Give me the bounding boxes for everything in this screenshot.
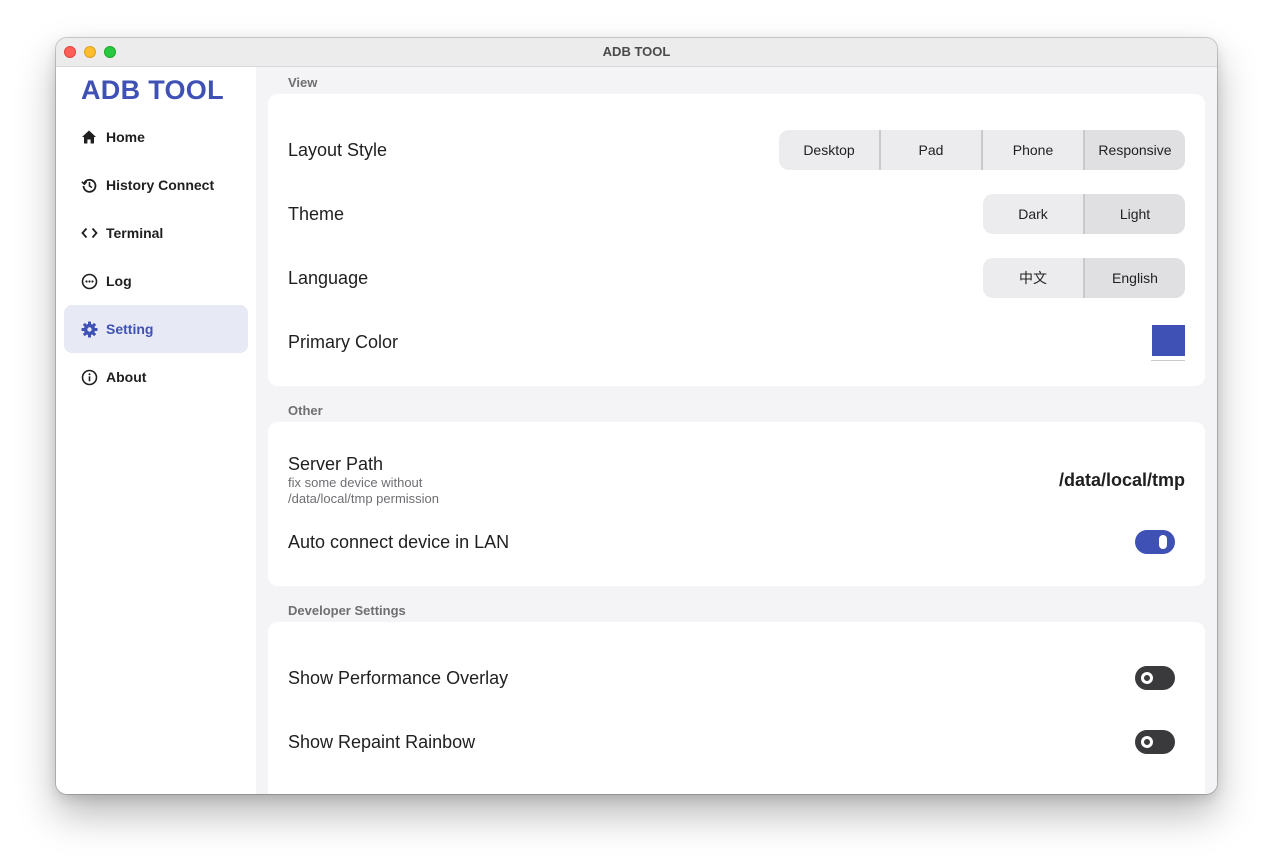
theme-option-light[interactable]: Light xyxy=(1083,194,1185,234)
code-icon xyxy=(80,224,98,242)
sidebar-item-log[interactable]: Log xyxy=(64,257,248,305)
layout-style-row: Layout Style Desktop Pad Phone Responsiv… xyxy=(288,130,1185,170)
sidebar-item-label: About xyxy=(106,369,147,385)
sidebar-item-label: Terminal xyxy=(106,225,164,241)
repaint-rainbow-row: Show Repaint Rainbow xyxy=(288,722,1185,762)
theme-label: Theme xyxy=(288,203,345,224)
performance-overlay-label: Show Performance Overlay xyxy=(288,667,509,688)
developer-settings-card: Show Performance Overlay Show Repaint Ra… xyxy=(268,622,1205,794)
sidebar-item-history-connect[interactable]: History Connect xyxy=(64,161,248,209)
sidebar-item-label: Home xyxy=(106,129,145,145)
close-window-button[interactable] xyxy=(64,46,76,58)
sidebar-item-label: History Connect xyxy=(106,177,215,193)
primary-color-label: Primary Color xyxy=(288,331,399,352)
log-icon xyxy=(80,272,98,290)
zoom-window-button[interactable] xyxy=(104,46,116,58)
home-icon xyxy=(80,128,98,146)
sidebar-item-about[interactable]: About xyxy=(64,353,248,401)
sidebar-item-setting[interactable]: Setting xyxy=(64,305,248,353)
primary-color-swatch xyxy=(1151,324,1185,356)
app-brand: ADB TOOL xyxy=(81,75,224,105)
sidebar-item-label: Log xyxy=(106,273,132,289)
performance-overlay-row: Show Performance Overlay xyxy=(288,658,1185,698)
primary-color-picker[interactable] xyxy=(1151,323,1185,361)
auto-connect-toggle[interactable] xyxy=(1135,530,1175,554)
auto-connect-row: Auto connect device in LAN xyxy=(288,522,1185,562)
language-row: Language 中文 English xyxy=(288,258,1185,298)
sidebar-item-home[interactable]: Home xyxy=(64,113,248,161)
section-title-developer: Developer Settings xyxy=(288,603,406,618)
section-title-view: View xyxy=(288,75,318,90)
layout-option-phone[interactable]: Phone xyxy=(981,130,1083,170)
server-path-hint-line2: /data/local/tmp permission xyxy=(288,490,440,506)
section-title-other: Other xyxy=(288,403,323,418)
layout-option-pad[interactable]: Pad xyxy=(879,130,981,170)
server-path-hint-line1: fix some device without xyxy=(288,474,423,490)
toggle-thumb xyxy=(1141,672,1153,684)
server-path-label: Server Path xyxy=(288,453,384,474)
primary-color-row: Primary Color xyxy=(288,322,1185,362)
theme-option-dark[interactable]: Dark xyxy=(983,194,1083,234)
gear-icon xyxy=(80,320,98,338)
sidebar: ADB TOOL Home History Connect Terminal L… xyxy=(56,67,256,794)
toggle-thumb xyxy=(1159,535,1167,549)
layout-option-responsive[interactable]: Responsive xyxy=(1083,130,1185,170)
view-settings-card: Layout Style Desktop Pad Phone Responsiv… xyxy=(268,94,1205,386)
layout-style-label: Layout Style xyxy=(288,139,388,160)
language-option-chinese[interactable]: 中文 xyxy=(983,258,1083,298)
language-label: Language xyxy=(288,267,369,288)
app-window: ADB TOOL ADB TOOL Home History Connect T… xyxy=(56,38,1217,794)
layout-style-selector: Desktop Pad Phone Responsive xyxy=(779,130,1185,170)
server-path-row: Server Path fix some device without /dat… xyxy=(288,452,1185,508)
info-icon xyxy=(80,368,98,386)
repaint-rainbow-label: Show Repaint Rainbow xyxy=(288,731,476,752)
performance-overlay-toggle[interactable] xyxy=(1135,666,1175,690)
server-path-value[interactable]: /data/local/tmp xyxy=(1059,470,1185,491)
settings-content: View Layout Style Desktop Pad Phone Resp… xyxy=(256,67,1217,794)
theme-row: Theme Dark Light xyxy=(288,194,1185,234)
theme-selector: Dark Light xyxy=(983,194,1185,234)
auto-connect-label: Auto connect device in LAN xyxy=(288,531,510,552)
sidebar-item-label: Setting xyxy=(106,321,154,337)
history-icon xyxy=(80,176,98,194)
server-path-text: Server Path fix some device without /dat… xyxy=(288,454,439,507)
language-selector: 中文 English xyxy=(983,258,1185,298)
window-title: ADB TOOL xyxy=(602,44,671,59)
layout-option-desktop[interactable]: Desktop xyxy=(779,130,879,170)
toggle-thumb xyxy=(1141,736,1153,748)
title-bar: ADB TOOL xyxy=(56,38,1217,67)
sidebar-item-terminal[interactable]: Terminal xyxy=(64,209,248,257)
language-option-english[interactable]: English xyxy=(1083,258,1185,298)
minimize-window-button[interactable] xyxy=(84,46,96,58)
other-settings-card: Server Path fix some device without /dat… xyxy=(268,422,1205,586)
repaint-rainbow-toggle[interactable] xyxy=(1135,730,1175,754)
